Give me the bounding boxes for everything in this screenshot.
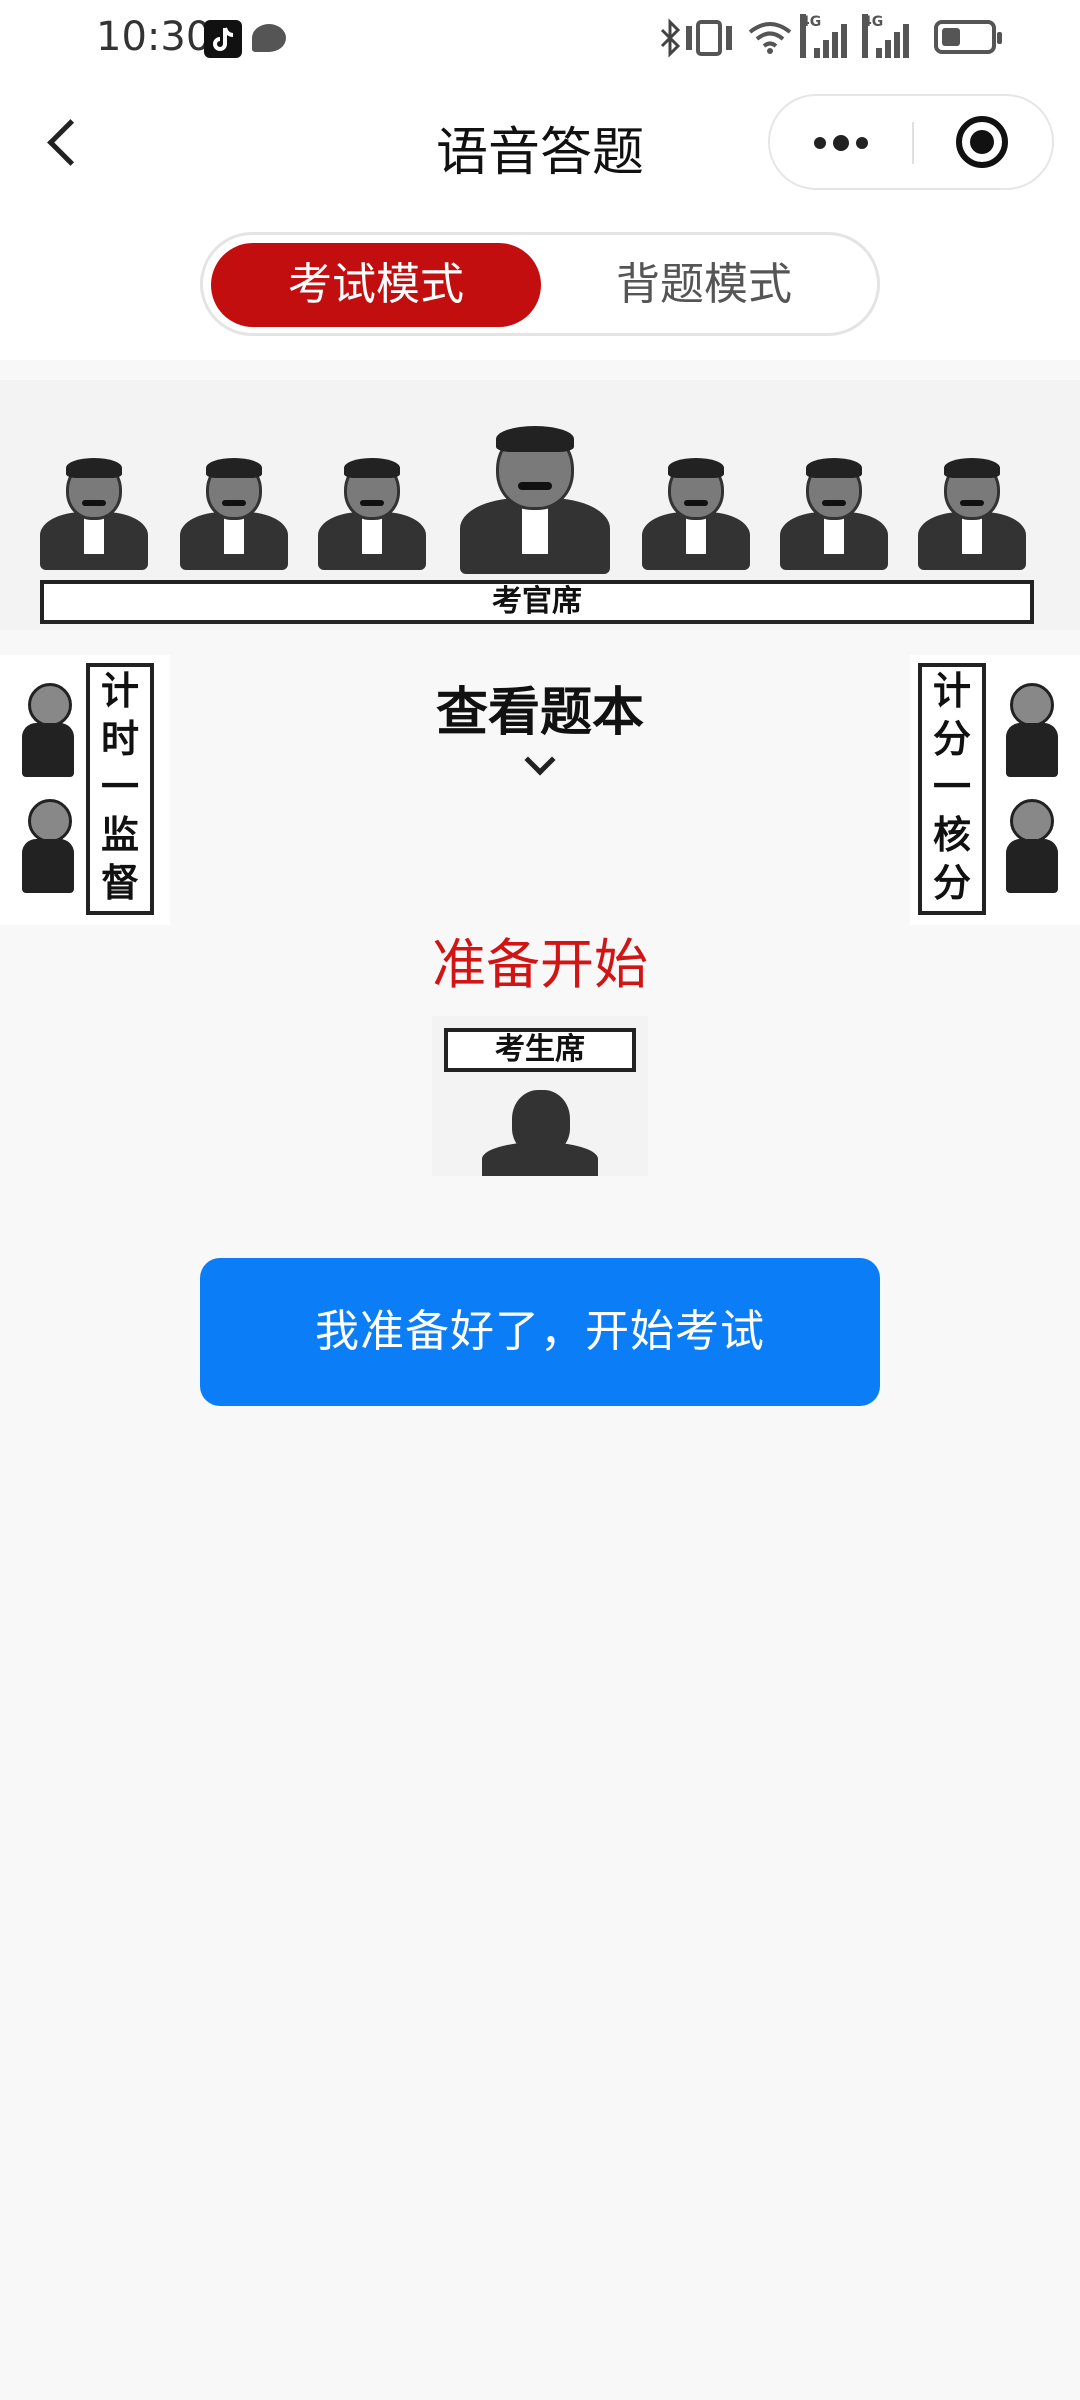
bluetooth-icon bbox=[656, 18, 686, 67]
vibrate-wave-right bbox=[726, 26, 732, 50]
vibrate-icon bbox=[696, 20, 722, 56]
mode-switch-area: 考试模式 背题模式 bbox=[0, 210, 1080, 360]
mode-switch: 考试模式 背题模式 bbox=[200, 232, 880, 336]
sign-char: 督 bbox=[100, 861, 139, 905]
supervisor-figure bbox=[22, 799, 76, 909]
scorer-panel: 计 分 一 核 分 bbox=[910, 655, 1080, 925]
timekeeper-figure bbox=[22, 683, 76, 793]
more-dots-icon bbox=[814, 137, 826, 149]
sign-char: 一 bbox=[100, 765, 139, 809]
checker-figure bbox=[1006, 799, 1060, 909]
status-time: 10:30 bbox=[96, 14, 212, 60]
navigation-bar: 语音答题 bbox=[0, 80, 1080, 210]
battery-fill bbox=[942, 28, 960, 46]
view-question-text-label: 查看题本 bbox=[435, 683, 644, 743]
candidate-seat-sign: 考生席 bbox=[444, 1028, 636, 1072]
timekeeper-panel: 计 时 一 监 督 bbox=[0, 655, 170, 925]
sign-char: 核 bbox=[932, 813, 971, 857]
sign-char: 分 bbox=[932, 717, 971, 761]
more-dot-right bbox=[856, 137, 868, 149]
signal-4g-icon: 4G bbox=[800, 14, 850, 58]
tab-exam-mode[interactable]: 考试模式 bbox=[211, 243, 541, 327]
signal-4g-icon: 4G bbox=[862, 14, 912, 58]
chevron-down-icon bbox=[524, 744, 556, 776]
close-button[interactable] bbox=[914, 96, 1054, 188]
more-dot-center bbox=[833, 135, 849, 151]
scorer-figure bbox=[1006, 683, 1060, 793]
view-question-text-toggle[interactable]: 查看题本 bbox=[340, 670, 740, 776]
scoring-check-sign: 计 分 一 核 分 bbox=[918, 663, 986, 915]
examiner-panel: 考官席 bbox=[0, 380, 1080, 630]
chat-bubble-icon bbox=[252, 24, 286, 52]
sign-char: 计 bbox=[932, 669, 971, 713]
wifi-icon bbox=[748, 20, 792, 54]
sign-char: 分 bbox=[932, 861, 971, 905]
start-exam-button[interactable]: 我准备好了，开始考试 bbox=[200, 1258, 880, 1406]
examiner-table-sign: 考官席 bbox=[40, 580, 1034, 624]
tab-study-mode[interactable]: 背题模式 bbox=[539, 243, 869, 327]
exam-status-text: 准备开始 bbox=[432, 933, 648, 996]
tiktok-icon bbox=[204, 20, 242, 58]
sign-char: 监 bbox=[100, 813, 139, 857]
sign-char: 一 bbox=[932, 765, 971, 809]
vibrate-wave-left bbox=[686, 26, 692, 50]
candidate-figure-head bbox=[512, 1090, 570, 1154]
mini-program-capsule bbox=[768, 94, 1054, 190]
sign-char: 时 bbox=[100, 717, 139, 761]
exam-room-illustration: 考官席 计 时 一 监 督 计 分 一 核 分 查看题本 准备开始 考生席 bbox=[0, 360, 1080, 1180]
network-type-2: 4G bbox=[862, 14, 883, 58]
network-type-1: 4G bbox=[800, 14, 821, 58]
sign-char: 计 bbox=[100, 669, 139, 713]
status-bar: 10:30 4G 4G bbox=[0, 0, 1080, 80]
more-button[interactable] bbox=[770, 96, 912, 188]
battery-icon bbox=[934, 20, 1002, 54]
status-icons: 4G 4G bbox=[656, 14, 1016, 62]
candidate-seat-illustration: 考生席 bbox=[432, 1016, 648, 1176]
target-close-core bbox=[970, 130, 994, 154]
timing-supervision-sign: 计 时 一 监 督 bbox=[86, 663, 154, 915]
